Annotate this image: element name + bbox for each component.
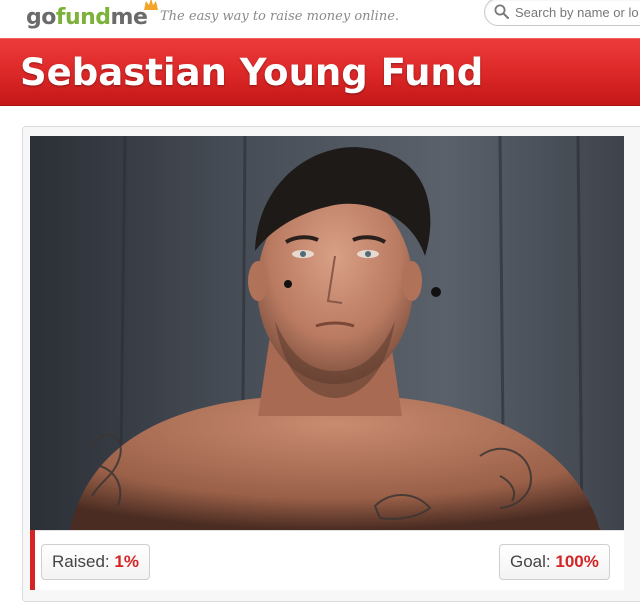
- search-input[interactable]: [515, 1, 640, 23]
- campaign-photo: [30, 136, 624, 530]
- logo-badge-icon: [144, 0, 158, 10]
- page-title: Sebastian Young Fund: [20, 51, 484, 94]
- title-banner: Sebastian Young Fund: [0, 38, 640, 106]
- logo-text-me: me: [110, 5, 148, 30]
- raised-value: 1%: [114, 552, 139, 571]
- gofundme-logo[interactable]: gofundme: [26, 0, 158, 33]
- search-icon: [494, 4, 509, 19]
- goal-value: 100%: [555, 552, 599, 571]
- raised-badge: Raised: 1%: [41, 544, 150, 580]
- top-header: gofundme The easy way to raise money onl…: [0, 0, 640, 36]
- goal-label: Goal:: [510, 552, 551, 571]
- logo-text-go: go: [26, 5, 56, 30]
- raised-label: Raised:: [52, 552, 110, 571]
- progress-bar: [30, 530, 35, 590]
- logo-text-fund: fund: [55, 5, 111, 30]
- tagline: The easy way to raise money online.: [160, 9, 400, 24]
- goal-badge: Goal: 100%: [499, 544, 610, 580]
- search-box[interactable]: [484, 0, 640, 26]
